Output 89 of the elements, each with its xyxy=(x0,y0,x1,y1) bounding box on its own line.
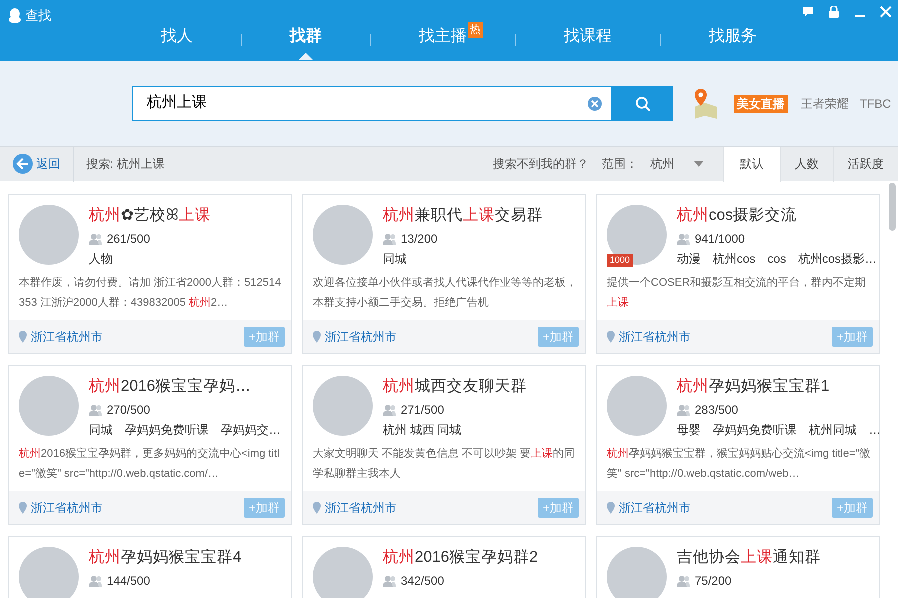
nav-tab[interactable]: 找群 xyxy=(290,22,322,60)
group-tag: 同城 xyxy=(383,250,407,268)
members-icon xyxy=(89,575,103,587)
help-link[interactable]: 搜索不到我的群？ xyxy=(493,155,589,173)
members-icon xyxy=(383,575,397,587)
range-dropdown[interactable]: 杭州 xyxy=(644,154,710,174)
member-count: 941/1000 xyxy=(695,231,746,248)
members-icon xyxy=(383,404,397,416)
member-count: 270/500 xyxy=(107,402,150,419)
members-icon xyxy=(383,233,397,245)
member-count: 261/500 xyxy=(107,231,150,248)
group-location[interactable]: 浙江省杭州市 xyxy=(325,498,397,516)
group-tag: 同城 xyxy=(89,421,113,439)
group-description: 提供一个COSER和摄影互相交流的平台，群内不定期 上课 xyxy=(606,276,868,311)
caret-icon xyxy=(694,161,704,167)
location-pin-icon xyxy=(607,502,615,514)
group-tag: … xyxy=(869,421,881,439)
member-count: 144/500 xyxy=(107,573,150,590)
search-button[interactable] xyxy=(612,86,673,121)
location-pin-icon xyxy=(313,502,321,514)
members-icon xyxy=(677,575,691,587)
group-tag: cos xyxy=(768,250,786,268)
group-tag: 杭州cos xyxy=(713,250,756,268)
group-title[interactable]: 杭州孕妈妈猴宝宝群1 xyxy=(677,376,869,398)
hot-badge: 热 xyxy=(468,22,483,38)
group-title[interactable]: 吉他协会上课通知群 xyxy=(677,547,821,569)
feedback-icon[interactable] xyxy=(802,6,814,18)
nav-tab[interactable]: 找课程 xyxy=(564,22,612,60)
avatar-badge: 1000 xyxy=(607,254,634,267)
group-tag: 孕妈妈免费听课 xyxy=(125,421,209,439)
sort-tab[interactable]: 活跃度 xyxy=(833,146,898,182)
nav-tab[interactable]: 找服务 xyxy=(709,22,757,60)
group-tag: 动漫 xyxy=(677,250,701,268)
group-tag: 人物 xyxy=(89,250,113,268)
member-count: 283/500 xyxy=(695,402,738,419)
group-description: 杭州孕妈妈猴宝宝群，猴宝妈妈贴心交流<img title="微笑" src="http://0.web.qstatic.com/web… xyxy=(606,446,872,482)
lock-icon[interactable] xyxy=(828,6,840,18)
clear-icon[interactable] xyxy=(587,96,603,112)
group-location[interactable]: 浙江省杭州市 xyxy=(619,498,691,516)
range-label: 范围： xyxy=(602,156,638,173)
hot-keyword[interactable]: TFBC xyxy=(860,94,892,112)
hot-tag[interactable]: 美女直播 xyxy=(734,94,788,112)
group-avatar-placeholder xyxy=(313,547,373,598)
group-tag: 杭州cos摄影… xyxy=(798,250,878,268)
group-title[interactable]: 杭州城西交友聊天群 xyxy=(383,376,527,398)
close-icon[interactable] xyxy=(880,6,892,18)
location-pin-icon xyxy=(313,330,321,342)
group-title[interactable]: 杭州cos摄影交流 xyxy=(677,205,869,227)
nav-tab[interactable]: 找人 xyxy=(161,22,193,60)
members-icon xyxy=(89,404,103,416)
group-location[interactable]: 浙江省杭州市 xyxy=(31,328,103,346)
group-tag: 杭州 城西 同城 xyxy=(383,421,462,439)
group-location[interactable]: 浙江省杭州市 xyxy=(31,498,103,516)
member-count: 271/500 xyxy=(401,402,444,419)
members-icon xyxy=(89,233,103,245)
window-title: 查找 xyxy=(25,7,52,25)
location-pin-icon xyxy=(607,330,615,342)
group-tag: 杭州同城 xyxy=(809,421,857,439)
group-title[interactable]: 杭州孕妈妈猴宝宝群4 xyxy=(89,547,242,569)
members-icon xyxy=(677,404,691,416)
group-location[interactable]: 浙江省杭州市 xyxy=(619,328,691,346)
member-count: 75/200 xyxy=(695,573,732,590)
search-icon xyxy=(634,96,650,112)
location-pin-icon xyxy=(19,330,27,342)
group-title[interactable]: 杭州2016猴宝孕妈群2 xyxy=(383,547,538,569)
hot-keyword[interactable]: 王者荣耀 xyxy=(801,94,849,112)
scrollbar-thumb[interactable] xyxy=(889,183,896,231)
group-description: 本群作废，请勿付费。请加 浙江省2000人群：512514353 江浙沪2000人群：439832005 杭州2… xyxy=(18,276,282,311)
member-count: 342/500 xyxy=(401,573,444,590)
group-title[interactable]: 杭州✿艺校ꕤ上课 xyxy=(89,205,211,227)
group-avatar-placeholder xyxy=(607,547,667,598)
search-box[interactable]: 杭州上课 xyxy=(132,86,612,121)
search-query: 搜索: 杭州上课 xyxy=(86,156,165,173)
sort-tab[interactable]: 默认 xyxy=(723,146,780,182)
group-title[interactable]: 杭州2016猴宝宝孕妈… xyxy=(89,376,281,398)
members-icon xyxy=(677,233,691,245)
location-pin-icon xyxy=(19,502,27,514)
group-tag: 母婴 xyxy=(677,421,701,439)
group-tag: 孕妈妈免费听课 xyxy=(713,421,797,439)
member-count: 13/200 xyxy=(401,231,438,248)
group-description: 杭州2016猴宝宝孕妈群，更多妈妈的交流中心<img title="微笑" src="http://0.web.qstatic.com/… xyxy=(18,446,281,482)
sort-tab[interactable]: 人数 xyxy=(780,146,833,182)
group-location[interactable]: 浙江省杭州市 xyxy=(325,328,397,346)
back-link[interactable]: 返回 xyxy=(12,153,62,175)
group-tag: 孕妈妈交… xyxy=(221,421,281,439)
group-avatar-placeholder xyxy=(19,547,79,598)
group-title[interactable]: 杭州兼职代上课交易群 xyxy=(383,205,543,227)
group-description: 大家文明聊天 不能发黄色信息 不可以吵架 要上课的同学私聊群主我本人 xyxy=(312,446,576,482)
group-description: 欢迎各位接单小伙伴或者找人代课代作业等等的老板，本群支持小额二手交易。拒绝广告机 xyxy=(312,276,578,311)
